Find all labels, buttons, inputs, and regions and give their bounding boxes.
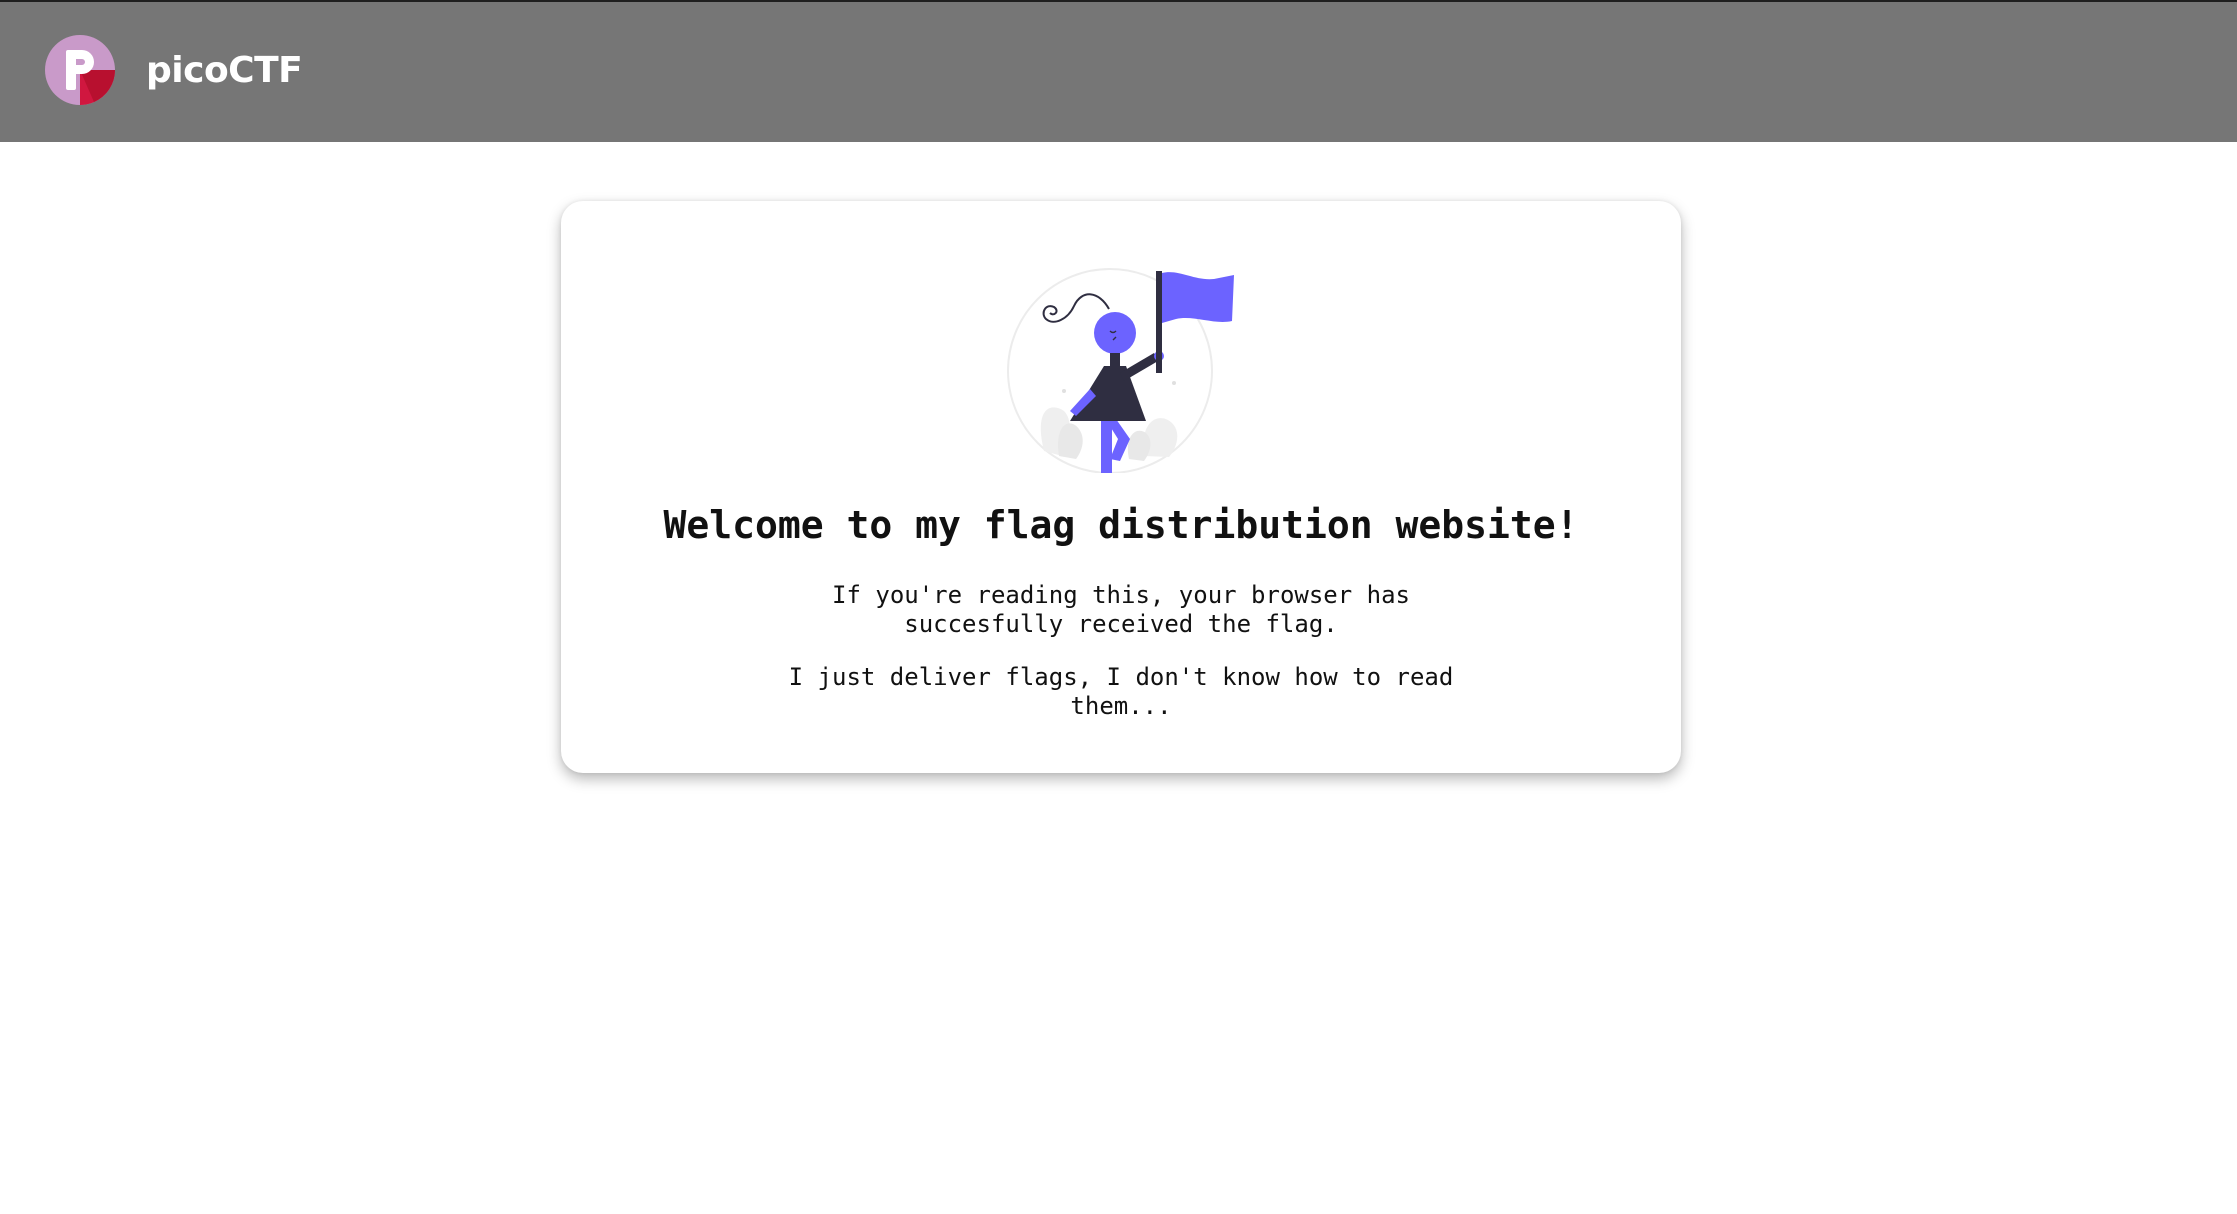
brand-link[interactable]: picoCTF bbox=[44, 34, 303, 106]
brand-name: picoCTF bbox=[146, 49, 303, 91]
top-navbar: picoCTF bbox=[0, 0, 2237, 142]
person-holding-flag-illustration bbox=[1007, 268, 1234, 473]
page-title: Welcome to my flag distribution website! bbox=[663, 503, 1579, 547]
note-paragraph: I just deliver flags, I don't know how t… bbox=[788, 663, 1454, 720]
info-paragraph: If you're reading this, your browser has… bbox=[832, 581, 1410, 638]
welcome-card: Welcome to my flag distribution website!… bbox=[561, 201, 1681, 773]
picoctf-logo-icon bbox=[45, 35, 115, 105]
